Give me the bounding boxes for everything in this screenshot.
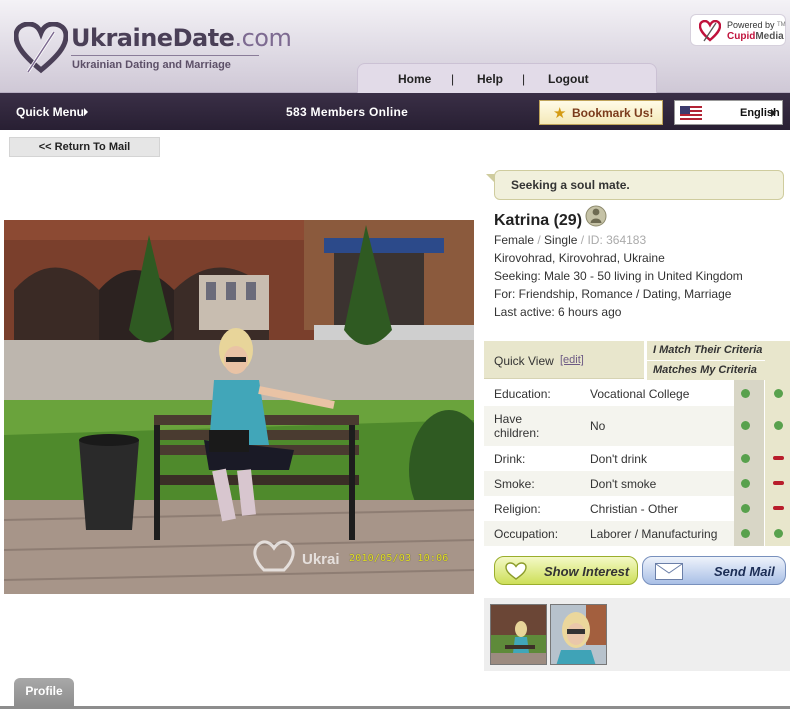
thumbnail-image — [551, 605, 606, 664]
nav-separator: | — [451, 72, 455, 86]
match-indicator-green — [774, 529, 783, 538]
top-navigation: Home | Help | Logout — [357, 63, 657, 93]
match-indicator-green — [741, 421, 750, 430]
show-interest-button[interactable]: Show Interest — [494, 556, 638, 585]
send-mail-label: Send Mail — [714, 564, 775, 579]
row-value: No — [590, 419, 606, 433]
row-value: Christian - Other — [590, 502, 679, 516]
profile-name-age: Katrina (29) — [494, 212, 583, 229]
member-id-text: ID: 364183 — [587, 233, 647, 247]
brand-name: UkraineDate — [71, 24, 235, 52]
match-indicator-green — [741, 504, 750, 513]
profile-main-photo[interactable]: Ukrai 2010/05/03 10:06 — [4, 220, 474, 594]
photo-watermark: Ukrai — [302, 551, 340, 568]
info-separator: / — [580, 233, 585, 247]
match-indicator-green — [774, 421, 783, 430]
i-match-criteria-header: I Match Their Criteria — [647, 341, 790, 360]
envelope-icon — [655, 563, 683, 580]
quick-view-row-occupation: Occupation: Laborer / Manufacturing — [484, 521, 734, 546]
logo-divider — [71, 55, 259, 56]
site-logo-text[interactable]: UkraineDate.com — [71, 24, 292, 52]
row-label: Smoke: — [494, 477, 535, 491]
site-tagline: Ukrainian Dating and Marriage — [72, 59, 231, 71]
photo-scene-illustration — [4, 220, 474, 594]
nav-home-link[interactable]: Home — [398, 72, 431, 86]
row-value: Don't smoke — [590, 477, 657, 491]
profile-headline-bubble: Seeking a soul mate. — [494, 170, 784, 200]
profile-basics: Female / Single / ID: 364183 — [494, 233, 646, 247]
powered-by-label: Powered by — [727, 20, 775, 30]
gender-text: Female — [494, 233, 535, 247]
quick-menu-arrow-icon — [84, 108, 88, 116]
match-indicator-green — [741, 454, 750, 463]
thumbnail-photo-1[interactable] — [490, 604, 547, 665]
quick-view-row-religion: Religion: Christian - Other — [484, 496, 734, 521]
brand-domain: .com — [234, 24, 292, 52]
matches-my-criteria-header: Matches My Criteria — [647, 361, 765, 380]
online-person-icon — [585, 205, 607, 227]
quick-view-row-drink: Drink: Don't drink — [484, 446, 734, 471]
quick-view-title: Quick View — [494, 354, 554, 368]
quick-menu-button[interactable]: Quick Menu — [16, 105, 84, 119]
row-label: Have children: — [494, 412, 540, 440]
seeking-text: Seeking: Male 30 - 50 living in United K… — [494, 269, 743, 283]
tab-profile[interactable]: Profile — [14, 678, 74, 707]
thumbnail-photo-2[interactable] — [550, 604, 607, 665]
send-mail-button[interactable]: Send Mail — [642, 556, 786, 585]
menu-bar: Quick Menu 583 Members Online — [0, 93, 790, 130]
marital-status-text: Single — [544, 233, 578, 247]
heart-outline-icon — [505, 562, 527, 580]
nav-logout-link[interactable]: Logout — [548, 72, 589, 86]
us-flag-icon — [680, 106, 702, 120]
matches-my-criteria-column — [765, 341, 790, 546]
no-match-indicator-red — [773, 481, 784, 485]
return-to-mail-button[interactable]: << Return To Mail — [9, 137, 160, 157]
members-online-count: 583 Members Online — [286, 105, 409, 119]
row-value: Don't drink — [590, 452, 647, 466]
row-value: Vocational College — [590, 387, 690, 401]
page: UkraineDate.com Ukrainian Dating and Mar… — [0, 0, 790, 709]
row-label: Drink: — [494, 452, 526, 466]
language-select[interactable]: English — [674, 100, 783, 125]
profile-headline: Seeking a soul mate. — [511, 178, 630, 192]
cupidmedia-label: CupidMedia — [727, 31, 784, 42]
match-indicator-green — [741, 529, 750, 538]
trademark-label: TM — [777, 22, 786, 28]
no-match-indicator-red — [773, 506, 784, 510]
relationship-goals-text: For: Friendship, Romance / Dating, Marri… — [494, 287, 732, 301]
match-indicator-green — [741, 389, 750, 398]
site-header: UkraineDate.com Ukrainian Dating and Mar… — [0, 0, 790, 93]
heart-logo-icon[interactable] — [14, 22, 68, 74]
cupid-heart-icon — [699, 20, 721, 42]
quick-view-edit-link[interactable]: [edit] — [560, 354, 584, 366]
row-label: Religion: — [494, 502, 541, 516]
photo-thumbnails — [484, 598, 790, 671]
dropdown-arrow-icon — [771, 109, 776, 117]
powered-by-cupidmedia-badge[interactable]: Powered by CupidMedia TM — [690, 14, 786, 46]
quick-view-row-smoke: Smoke: Don't smoke — [484, 471, 734, 496]
location-text: Kirovohrad, Kirovohrad, Ukraine — [494, 251, 665, 265]
nav-help-link[interactable]: Help — [477, 72, 503, 86]
star-icon: ★ — [553, 105, 567, 122]
info-separator: / — [537, 233, 541, 247]
nav-separator: | — [522, 72, 526, 86]
last-active-text: Last active: 6 hours ago — [494, 305, 622, 319]
no-match-indicator-red — [773, 456, 784, 460]
photo-date-stamp: 2010/05/03 10:06 — [349, 553, 449, 564]
row-label: Occupation: — [494, 527, 559, 541]
bookmark-button[interactable]: ★ Bookmark Us! — [539, 100, 663, 125]
show-interest-label: Show Interest — [544, 564, 630, 579]
bookmark-label: Bookmark Us! — [572, 106, 654, 120]
thumbnail-image — [491, 605, 546, 664]
match-indicator-green — [774, 389, 783, 398]
quick-view-header: Quick View [edit] — [484, 341, 644, 379]
cupid-label: Cupid — [727, 31, 756, 42]
quick-view-row-children: Have children: No — [484, 406, 734, 446]
match-indicator-green — [741, 479, 750, 488]
media-label: Media — [755, 31, 784, 42]
quick-view-row-education: Education: Vocational College — [484, 381, 734, 406]
row-value: Laborer / Manufacturing — [590, 527, 718, 541]
i-match-criteria-column — [734, 380, 764, 546]
row-label: Education: — [494, 387, 551, 401]
